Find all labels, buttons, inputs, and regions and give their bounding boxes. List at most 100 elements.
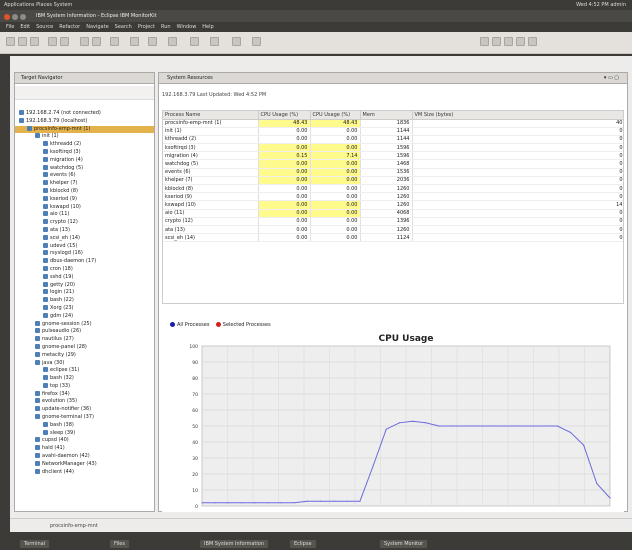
taskbar-item[interactable]: Files bbox=[110, 540, 129, 548]
table-row[interactable]: kthreadd (2) 0.00 0.00 1144 0 bbox=[163, 135, 623, 145]
column-header[interactable]: CPU Usage (%) bbox=[258, 111, 311, 120]
toolbar-button-18[interactable] bbox=[516, 37, 525, 46]
tree-item[interactable]: gdm (24) bbox=[15, 312, 154, 321]
tree-item[interactable]: update-notifier (36) bbox=[15, 406, 154, 414]
tree-item[interactable]: getty (20) bbox=[15, 281, 154, 290]
table-row[interactable]: kseriod (9) 0.00 0.00 1260 0 bbox=[163, 192, 623, 202]
tree-item[interactable]: sleep (39) bbox=[15, 429, 154, 438]
tree-item[interactable]: avahi-daemon (42) bbox=[15, 453, 154, 461]
tree-item[interactable]: pulseaudio (26) bbox=[15, 328, 154, 336]
tree-item[interactable]: sshd (19) bbox=[15, 273, 154, 282]
tree-item[interactable]: dhclient (44) bbox=[15, 468, 154, 477]
toolbar-button-15[interactable] bbox=[480, 37, 489, 46]
toolbar-button-16[interactable] bbox=[492, 37, 501, 46]
column-header[interactable]: Mem bbox=[360, 111, 413, 120]
tree-item[interactable]: metacity (29) bbox=[15, 351, 154, 360]
toolbar-button-10[interactable] bbox=[168, 37, 177, 46]
menu-file[interactable]: File bbox=[6, 24, 14, 30]
toolbar-button-14[interactable] bbox=[252, 37, 261, 46]
menu-navigate[interactable]: Navigate bbox=[86, 24, 108, 30]
table-row[interactable]: aio (11) 0.00 0.00 4068 0 bbox=[163, 209, 623, 218]
system-resources-tab[interactable]: System Resources ▾ ▭ ▢ bbox=[158, 72, 628, 84]
table-row[interactable]: crypto (12) 0.00 0.00 1396 0 bbox=[163, 217, 623, 226]
tree-item[interactable]: events (6) bbox=[15, 172, 154, 180]
tree-item[interactable]: init (1) bbox=[15, 133, 154, 141]
menu-refactor[interactable]: Refactor bbox=[59, 24, 80, 30]
table-row[interactable]: kswapd (10) 0.00 0.00 1260 14 bbox=[163, 200, 623, 210]
process-table[interactable]: Process Name CPU Usage (%) CPU Usage (%) Me… bbox=[162, 110, 624, 304]
toolbar-button-9[interactable] bbox=[148, 37, 157, 46]
close-icon[interactable] bbox=[4, 14, 10, 20]
tree-item[interactable]: bash (22) bbox=[15, 297, 154, 305]
toolbar-button-5[interactable] bbox=[80, 37, 89, 46]
column-header[interactable]: VM Size (bytes) bbox=[412, 111, 623, 120]
tree-item[interactable]: 192.168.3.79 (localhost) bbox=[15, 117, 154, 126]
window-titlebar[interactable]: IBM System Information - Eclipse IBM Mon… bbox=[0, 10, 632, 22]
toolbar-button-0[interactable] bbox=[6, 37, 15, 46]
minimize-icon[interactable] bbox=[12, 14, 18, 20]
tree-item[interactable]: crypto (12) bbox=[15, 219, 154, 227]
tree-item[interactable]: procsinfo-emp-mnt (1) bbox=[15, 125, 154, 134]
tree-item[interactable]: nautilus (27) bbox=[15, 336, 154, 344]
table-row[interactable]: ata (13) 0.00 0.00 1260 0 bbox=[163, 225, 623, 235]
table-row[interactable]: khelper (7) 0.00 0.00 2036 0 bbox=[163, 176, 623, 186]
tree-item[interactable]: gnome-terminal (37) bbox=[15, 414, 154, 422]
tree-item[interactable]: kswapd (10) bbox=[15, 203, 154, 212]
tree-item[interactable]: bash (38) bbox=[15, 421, 154, 430]
tree-item[interactable]: top (33) bbox=[15, 382, 154, 391]
tree-item[interactable]: udevd (15) bbox=[15, 242, 154, 251]
column-header[interactable]: CPU Usage (%) bbox=[310, 111, 361, 120]
taskbar-item[interactable]: Terminal bbox=[20, 540, 50, 548]
tree-item[interactable]: scsi_eh (14) bbox=[15, 234, 154, 243]
tree-item[interactable]: eclipse (31) bbox=[15, 367, 154, 375]
toolbar-button-2[interactable] bbox=[30, 37, 39, 46]
tree-item[interactable]: kseriod (9) bbox=[15, 195, 154, 204]
table-row[interactable]: ksoftirqd (3) 0.00 0.00 1596 0 bbox=[163, 143, 623, 153]
toolbar-button-8[interactable] bbox=[130, 37, 139, 46]
table-row[interactable]: procsinfo-emp-mnt (1) 48.43 48.43 1836 40 bbox=[163, 119, 623, 128]
menu-source[interactable]: Source bbox=[36, 24, 53, 30]
tree-item[interactable]: watchdog (5) bbox=[15, 164, 154, 173]
tree-item[interactable]: kblockd (8) bbox=[15, 187, 154, 196]
table-row[interactable]: migration (4) 0.15 7.14 1596 0 bbox=[163, 151, 623, 161]
tree-item[interactable]: hald (41) bbox=[15, 445, 154, 453]
toolbar-button-19[interactable] bbox=[528, 37, 537, 46]
taskbar-item[interactable]: IBM System Information bbox=[200, 540, 268, 548]
menu-edit[interactable]: Edit bbox=[20, 24, 30, 30]
tree-item[interactable]: ata (13) bbox=[15, 226, 154, 235]
toolbar-button-1[interactable] bbox=[18, 37, 27, 46]
menu-window[interactable]: Window bbox=[177, 24, 197, 30]
tree-item[interactable]: dbus-daemon (17) bbox=[15, 258, 154, 266]
toolbar-button-17[interactable] bbox=[504, 37, 513, 46]
tree-item[interactable]: cupsd (40) bbox=[15, 437, 154, 445]
tree-item[interactable]: gnome-session (25) bbox=[15, 320, 154, 329]
tree-item[interactable]: khelper (7) bbox=[15, 180, 154, 188]
table-row[interactable]: kblockd (8) 0.00 0.00 1260 0 bbox=[163, 184, 623, 194]
tree-item[interactable]: Xorg (23) bbox=[15, 304, 154, 313]
table-row[interactable]: scsi_eh (14) 0.00 0.00 1124 0 bbox=[163, 233, 623, 243]
tree-item[interactable]: java (30) bbox=[15, 359, 154, 368]
taskbar-item[interactable]: System Monitor bbox=[380, 540, 428, 548]
tree-item[interactable]: rsyslogd (16) bbox=[15, 250, 154, 258]
tree-item[interactable]: ksoftirqd (3) bbox=[15, 148, 154, 157]
tree-item[interactable]: firefox (34) bbox=[15, 390, 154, 399]
tree-item[interactable]: migration (4) bbox=[15, 156, 154, 165]
table-row[interactable]: watchdog (5) 0.00 0.00 1468 0 bbox=[163, 159, 623, 169]
tree-item[interactable]: 192.168.2.74 (not connected) bbox=[15, 110, 154, 118]
tree-item[interactable]: aio (11) bbox=[15, 211, 154, 219]
toolbar-button-4[interactable] bbox=[60, 37, 69, 46]
tree-item[interactable]: kthreadd (2) bbox=[15, 141, 154, 149]
table-row[interactable]: init (1) 0.00 0.00 1144 0 bbox=[163, 127, 623, 136]
menu-search[interactable]: Search bbox=[115, 24, 132, 30]
taskbar-item[interactable]: Eclipse bbox=[290, 540, 316, 548]
tree-item[interactable]: gnome-panel (28) bbox=[15, 343, 154, 352]
maximize-icon[interactable] bbox=[20, 14, 26, 20]
tree-item[interactable]: evolution (35) bbox=[15, 398, 154, 406]
tree-item[interactable]: cron (18) bbox=[15, 265, 154, 274]
view-menu-icon[interactable]: ▾ ▭ ▢ bbox=[604, 73, 619, 84]
target-navigator-tab[interactable]: Target Navigator bbox=[14, 72, 155, 84]
menu-run[interactable]: Run bbox=[161, 24, 171, 30]
top-panel-clock[interactable]: Wed 4:52 PM admin bbox=[576, 0, 626, 10]
tree-item[interactable]: login (21) bbox=[15, 289, 154, 297]
toolbar-button-11[interactable] bbox=[190, 37, 199, 46]
